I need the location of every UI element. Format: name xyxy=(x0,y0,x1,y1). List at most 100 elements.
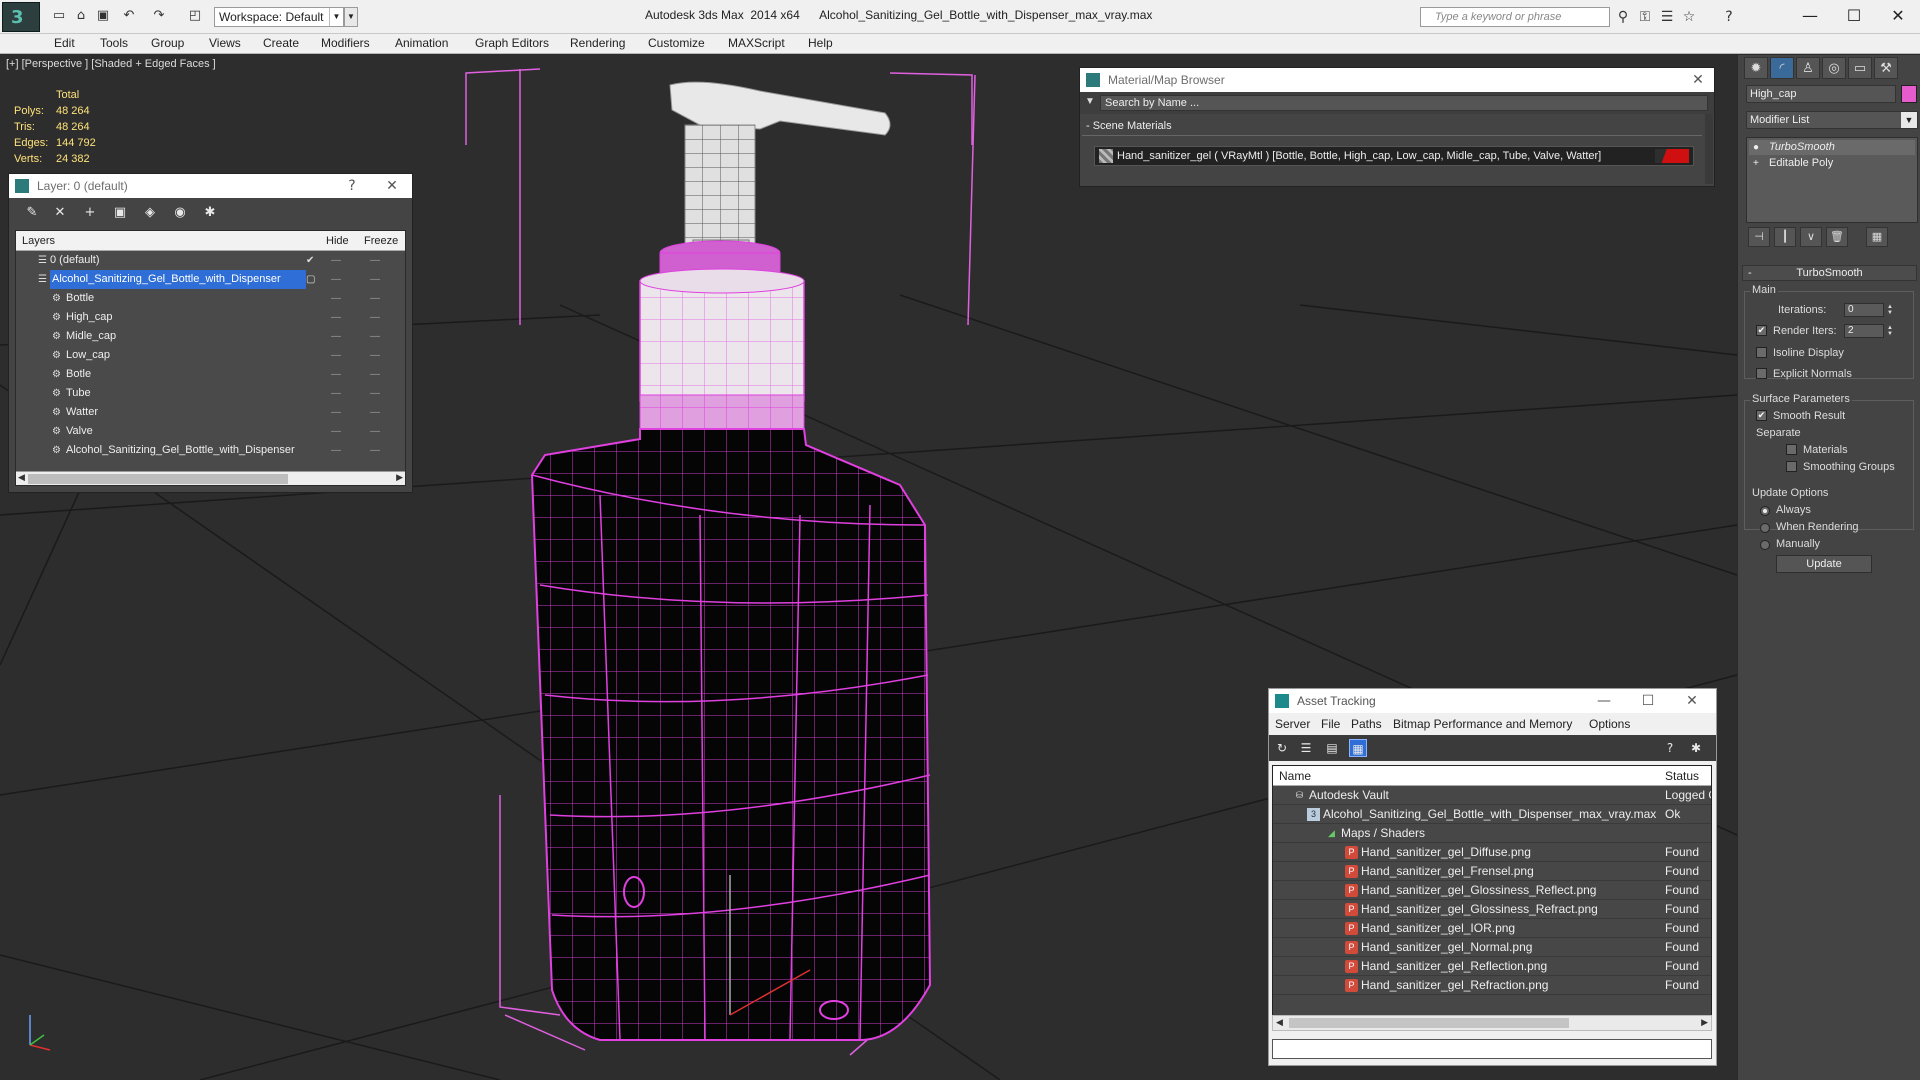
object-color-swatch[interactable] xyxy=(1901,85,1917,103)
menu-customize[interactable]: Customize xyxy=(648,36,705,50)
menu-tools[interactable]: Tools xyxy=(100,36,128,50)
close-icon[interactable]: ✕ xyxy=(380,174,404,198)
update-manually-radio[interactable] xyxy=(1760,540,1770,550)
asset-row[interactable]: P Hand_sanitizer_gel_Refraction.png Found xyxy=(1273,976,1711,995)
viewport-label[interactable]: [+] [Perspective ] [Shaded + Edged Faces… xyxy=(6,58,216,70)
update-when-rendering-radio[interactable] xyxy=(1760,523,1770,533)
scene-materials-group[interactable]: - Scene Materials xyxy=(1082,120,1702,136)
modify-tab-icon[interactable]: ◜ xyxy=(1770,57,1794,79)
layer-window-titlebar[interactable]: Layer: 0 (default) ? ✕ xyxy=(9,174,412,198)
column-layers[interactable]: Layers xyxy=(22,235,55,247)
scrollbar-thumb[interactable] xyxy=(1289,1018,1569,1028)
list-view-icon[interactable]: ☰ xyxy=(1297,739,1315,757)
maximize-button[interactable]: ☐ xyxy=(1836,4,1872,28)
iterations-spinner[interactable]: 0 ▲ ▼ xyxy=(1844,303,1893,317)
menu-paths[interactable]: Paths xyxy=(1351,717,1382,731)
freeze-toggle[interactable]: — xyxy=(370,384,380,403)
hide-toggle[interactable]: — xyxy=(331,422,341,441)
minimize-button[interactable]: — xyxy=(1792,4,1828,28)
configure-sets-icon[interactable]: ▦ xyxy=(1866,227,1888,247)
create-layer-icon[interactable]: ✎ xyxy=(23,204,41,222)
options-menu-icon[interactable]: ▼ xyxy=(1085,96,1095,107)
layer-object-row[interactable]: ⚙ Bottle — — xyxy=(16,289,405,308)
menu-group[interactable]: Group xyxy=(151,36,184,50)
asset-row[interactable]: 3 Alcohol_Sanitizing_Gel_Bottle_with_Disp… xyxy=(1273,805,1711,824)
menu-graph-editors[interactable]: Graph Editors xyxy=(475,36,549,50)
hide-toggle[interactable]: — xyxy=(331,384,341,403)
layer-object-row[interactable]: ⚙ Botle — — xyxy=(16,365,405,384)
isoline-checkbox[interactable] xyxy=(1756,347,1767,358)
menu-edit[interactable]: Edit xyxy=(54,36,75,50)
scroll-right-icon[interactable]: ▶ xyxy=(1701,1017,1708,1028)
layer-object-row[interactable]: ⚙ High_cap — — xyxy=(16,308,405,327)
hide-toggle[interactable]: — xyxy=(331,270,341,289)
render-iters-spinner[interactable]: 2 ▲ ▼ xyxy=(1844,324,1893,338)
layer-object-row[interactable]: ⚙ Valve — — xyxy=(16,422,405,441)
asset-row[interactable]: P Hand_sanitizer_gel_Glossiness_Reflect.p… xyxy=(1273,881,1711,900)
menu-bitmap-performance[interactable]: Bitmap Performance and Memory xyxy=(1393,717,1572,731)
smooth-result-checkbox[interactable]: ✔ xyxy=(1756,410,1767,421)
delete-layer-icon[interactable]: ✕ xyxy=(51,204,69,222)
hide-toggle[interactable]: — xyxy=(331,308,341,327)
hide-toggle[interactable]: — xyxy=(331,289,341,308)
highlight-icon[interactable]: ✱ xyxy=(1687,739,1705,757)
asset-row[interactable]: ◢ Maps / Shaders xyxy=(1273,824,1711,843)
freeze-toggle[interactable]: — xyxy=(370,289,380,308)
turbosmooth-rollout-header[interactable]: - TurboSmooth xyxy=(1742,265,1917,281)
object-name-field[interactable]: High_cap xyxy=(1746,85,1896,103)
asset-row[interactable]: P Hand_sanitizer_gel_Glossiness_Refract.p… xyxy=(1273,900,1711,919)
hide-all-icon[interactable]: ◉ xyxy=(171,204,189,222)
favorites-icon[interactable]: ☆ xyxy=(1680,8,1698,26)
make-unique-icon[interactable]: ∨ xyxy=(1800,227,1822,247)
workspace-menu-arrow[interactable]: ▼ xyxy=(344,7,358,27)
material-entry[interactable]: Hand_sanitizer_gel ( VRayMtl ) [Bottle, … xyxy=(1094,146,1694,166)
pin-stack-icon[interactable]: ⊣ xyxy=(1748,227,1770,247)
menu-server[interactable]: Server xyxy=(1275,717,1310,731)
new-file-icon[interactable]: ▭ xyxy=(50,8,68,24)
stack-item-turbosmooth[interactable]: ● TurboSmooth xyxy=(1749,140,1915,155)
separate-materials-checkbox[interactable] xyxy=(1786,444,1797,455)
key-icon[interactable]: ⚿ xyxy=(1636,8,1654,26)
utilities-tab-icon[interactable]: ⚒ xyxy=(1874,57,1898,79)
update-always-radio[interactable] xyxy=(1760,506,1770,516)
asset-row[interactable]: P Hand_sanitizer_gel_Frensel.png Found xyxy=(1273,862,1711,881)
menu-maxscript[interactable]: MAXScript xyxy=(728,36,785,50)
binoculars-icon[interactable]: ⚲ xyxy=(1614,8,1632,26)
lightbulb-icon[interactable]: ● xyxy=(1753,140,1759,155)
hide-toggle[interactable]: — xyxy=(331,403,341,422)
layer-row[interactable]: ☰ 0 (default) ✔ — — xyxy=(16,251,405,270)
freeze-toggle[interactable]: — xyxy=(370,441,380,460)
modifier-list-dropdown[interactable]: Modifier List ▼ xyxy=(1746,111,1918,129)
hide-toggle[interactable]: — xyxy=(331,365,341,384)
checkmark-icon[interactable]: ✔ xyxy=(306,251,314,270)
display-tab-icon[interactable]: ▭ xyxy=(1848,57,1872,79)
menu-animation[interactable]: Animation xyxy=(395,36,448,50)
minimize-icon[interactable]: — xyxy=(1592,689,1616,713)
material-browser-titlebar[interactable]: Material/Map Browser ✕ xyxy=(1080,68,1714,92)
menu-views[interactable]: Views xyxy=(209,36,241,50)
column-name[interactable]: Name xyxy=(1279,769,1311,783)
remove-modifier-icon[interactable]: 🗑 xyxy=(1826,227,1848,247)
column-status[interactable]: Status xyxy=(1665,769,1699,783)
close-icon[interactable]: ✕ xyxy=(1680,689,1704,713)
horizontal-scrollbar[interactable]: ◀ ▶ xyxy=(16,471,405,485)
menu-help[interactable]: Help xyxy=(808,36,833,50)
explicit-normals-checkbox[interactable] xyxy=(1756,368,1767,379)
freeze-toggle[interactable]: — xyxy=(370,308,380,327)
scrollbar-thumb[interactable] xyxy=(28,474,288,484)
highlight-layer-icon[interactable]: ◈ xyxy=(141,204,159,222)
hierarchy-tab-icon[interactable]: ♙ xyxy=(1796,57,1820,79)
search-input[interactable]: Type a keyword or phrase xyxy=(1420,7,1610,27)
freeze-all-icon[interactable]: ✱ xyxy=(201,204,219,222)
app-logo-button[interactable]: 3 xyxy=(2,2,40,32)
scroll-right-icon[interactable]: ▶ xyxy=(396,472,403,483)
add-to-layer-icon[interactable]: + xyxy=(81,204,99,222)
spinner-arrows-icon[interactable]: ▲ ▼ xyxy=(1887,304,1893,316)
hide-toggle[interactable]: — xyxy=(331,251,341,270)
hide-toggle[interactable]: — xyxy=(331,346,341,365)
freeze-toggle[interactable]: — xyxy=(370,327,380,346)
freeze-toggle[interactable]: — xyxy=(370,270,380,289)
undo-icon[interactable]: ↶ xyxy=(120,8,138,24)
workspace-dropdown[interactable]: Workspace: Default ▼ xyxy=(214,7,344,27)
freeze-toggle[interactable]: — xyxy=(370,346,380,365)
